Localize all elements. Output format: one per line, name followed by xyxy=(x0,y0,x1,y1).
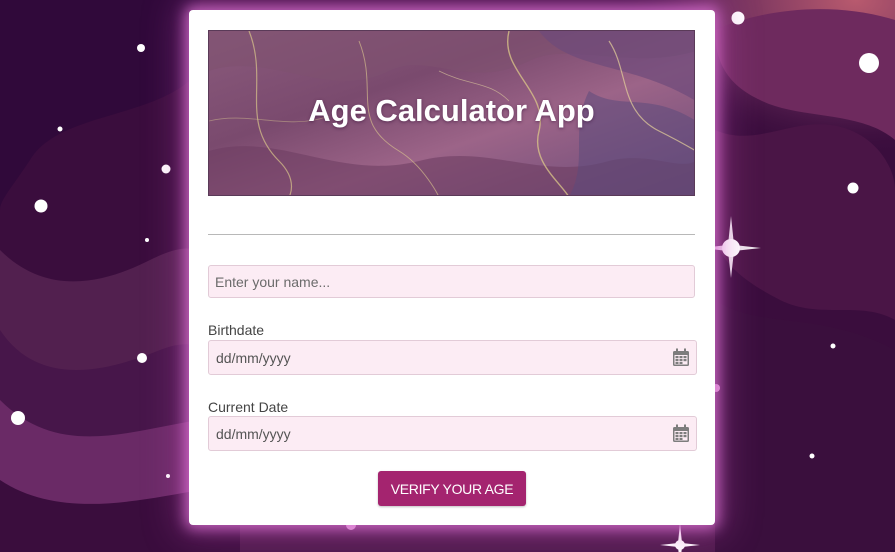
calendar-icon[interactable] xyxy=(672,348,690,367)
birthdate-label: Birthdate xyxy=(208,322,265,338)
header-banner: Age Calculator App xyxy=(208,30,695,196)
age-calculator-card: Age Calculator App Birthdate dd/mm/yyyy … xyxy=(189,10,715,525)
verify-age-button[interactable]: VERIFY YOUR AGE xyxy=(378,471,526,506)
birthdate-input[interactable]: dd/mm/yyyy xyxy=(208,340,697,375)
current-date-label: Current Date xyxy=(208,399,289,415)
current-date-value: dd/mm/yyyy xyxy=(216,426,291,442)
calendar-icon[interactable] xyxy=(672,424,690,443)
name-input[interactable] xyxy=(208,265,695,298)
current-date-input[interactable]: dd/mm/yyyy xyxy=(208,416,697,451)
app-title: Age Calculator App xyxy=(308,93,595,128)
birthdate-value: dd/mm/yyyy xyxy=(216,350,291,366)
divider-line xyxy=(208,234,695,235)
